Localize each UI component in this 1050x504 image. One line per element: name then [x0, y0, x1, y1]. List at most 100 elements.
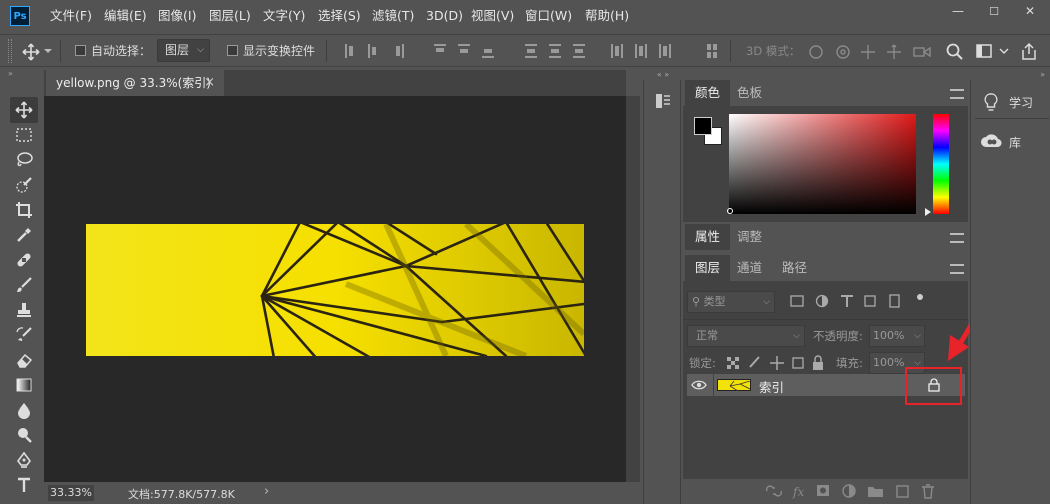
menu-image[interactable]: 图像(I) — [158, 0, 196, 32]
brush-tool[interactable] — [10, 272, 38, 298]
gradient-tool[interactable] — [10, 372, 38, 398]
minimize-button[interactable]: — — [940, 0, 976, 22]
layer-thumbnail-image — [729, 380, 751, 392]
healing-brush-tool[interactable] — [10, 247, 38, 273]
share-icon[interactable] — [1020, 42, 1038, 62]
quick-select-tool[interactable] — [10, 172, 38, 198]
distribute-hcenter-icon — [635, 44, 637, 58]
tools-panel: » — [4, 70, 44, 504]
close-button[interactable]: ✕ — [1012, 0, 1048, 22]
menu-view[interactable]: 视图(V) — [471, 0, 514, 32]
filter-toggle-icon — [917, 294, 923, 300]
tab-swatches[interactable]: 色板 — [727, 80, 772, 106]
tab-adjustments[interactable]: 调整 — [727, 224, 772, 250]
lock-options — [727, 355, 823, 370]
close-tab-icon[interactable]: × — [204, 70, 215, 96]
auto-select-target-value: 图层 — [165, 43, 190, 57]
panel-dock: 颜色 色板 属性 调整 图层 通道 路径 ⚲ 类型 ⌵ 正常 ⌵ 不透明度: 1… — [683, 80, 993, 504]
document-image[interactable] — [86, 224, 584, 356]
search-icon[interactable] — [946, 43, 964, 61]
marquee-tool[interactable] — [10, 122, 38, 148]
opacity-label: 不透明度: — [813, 329, 863, 343]
move-tool[interactable] — [10, 97, 38, 123]
color-field[interactable] — [729, 114, 916, 214]
collapse-toolbar-icon[interactable]: » — [8, 70, 42, 78]
pen-tool[interactable] — [10, 447, 38, 473]
menu-edit[interactable]: 编辑(E) — [104, 0, 147, 32]
stamp-tool[interactable] — [10, 297, 38, 323]
crop-tool[interactable] — [10, 197, 38, 223]
tool-preset-dropdown[interactable] — [44, 49, 52, 53]
menu-type[interactable]: 文字(Y) — [263, 0, 305, 32]
canvas-area[interactable] — [44, 96, 626, 482]
lasso-tool[interactable] — [10, 147, 38, 173]
layer-name[interactable]: 索引 — [759, 377, 784, 396]
layer-filter-kind-select[interactable]: ⚲ 类型 ⌵ — [687, 291, 775, 313]
move-tool-icon[interactable] — [22, 43, 40, 61]
document-tab[interactable]: yellow.png @ 33.3%(索引) × — [46, 70, 224, 96]
tab-color[interactable]: 颜色 — [685, 80, 731, 106]
filter-type-icon — [841, 295, 853, 307]
layer-thumbnail — [717, 379, 751, 392]
menu-layer[interactable]: 图层(L) — [209, 0, 251, 32]
opacity-input[interactable]: 100% ⌵ — [869, 325, 925, 347]
libraries-button[interactable]: 库 — [977, 128, 1047, 156]
eraser-tool[interactable] — [10, 347, 38, 373]
show-transform-checkbox[interactable] — [227, 45, 238, 56]
divider — [683, 319, 968, 320]
layer-filter-kind-value: 类型 — [703, 295, 726, 308]
tab-layers[interactable]: 图层 — [685, 255, 731, 281]
menu-filter[interactable]: 滤镜(T) — [372, 0, 414, 32]
dodge-tool[interactable] — [10, 422, 38, 448]
menu-3d[interactable]: 3D(D) — [426, 0, 463, 32]
3d-pan-icon — [861, 45, 875, 59]
history-brush-tool[interactable] — [10, 322, 38, 348]
expand-panels-icon[interactable]: « » — [644, 70, 682, 79]
color-panel-menu-icon[interactable] — [950, 89, 964, 99]
layers-panel: ⚲ 类型 ⌵ 正常 ⌵ 不透明度: 100% ⌵ 锁定: 填充: 100% ⌵ … — [683, 281, 993, 504]
tab-properties[interactable]: 属性 — [685, 224, 731, 250]
distribute-bottom-icon — [575, 49, 583, 53]
photoshop-logo: Ps — [10, 6, 30, 26]
distribute-left-icon — [611, 44, 613, 58]
hue-slider-handle[interactable] — [925, 208, 931, 216]
tab-paths[interactable]: 路径 — [772, 255, 817, 281]
auto-select-checkbox[interactable] — [75, 45, 86, 56]
learn-label: 学习 — [1009, 96, 1034, 110]
distribute-bottom-icon — [573, 44, 585, 46]
workspace-switcher-icon[interactable] — [976, 44, 1010, 60]
layer-style-icon: fx — [792, 485, 804, 499]
foreground-color-swatch[interactable] — [694, 117, 712, 135]
auto-select-target-select[interactable]: 图层 ⌵ — [157, 39, 210, 62]
blur-tool[interactable] — [10, 397, 38, 423]
fill-label: 填充: — [836, 356, 863, 370]
collapse-strip-icon[interactable]: » — [971, 70, 1050, 79]
grip-handle[interactable] — [8, 39, 12, 63]
auto-align-icon — [713, 52, 717, 58]
menu-select[interactable]: 选择(S) — [318, 0, 361, 32]
filter-smart-object-icon — [889, 294, 900, 308]
history-panel-icon[interactable] — [654, 92, 672, 110]
blend-mode-select[interactable]: 正常 ⌵ — [687, 325, 805, 347]
eye-visibility-icon[interactable] — [691, 378, 707, 392]
properties-panel-menu-icon[interactable] — [950, 233, 964, 243]
menu-window[interactable]: 窗口(W) — [525, 0, 572, 32]
tab-channels[interactable]: 通道 — [727, 255, 772, 281]
eyedropper-tool[interactable] — [10, 222, 38, 248]
learn-button[interactable]: 学习 — [977, 88, 1047, 116]
menu-help[interactable]: 帮助(H) — [585, 0, 629, 32]
divider — [713, 374, 714, 396]
3d-scale-icon — [913, 47, 925, 57]
zoom-field[interactable]: 33.33% — [48, 485, 94, 501]
rectangle-marquee-icon — [16, 128, 32, 142]
maximize-button[interactable]: ☐ — [976, 0, 1012, 22]
blend-mode-value: 正常 — [696, 329, 718, 342]
type-tool[interactable] — [10, 472, 38, 496]
layers-panel-menu-icon[interactable] — [950, 264, 964, 274]
hue-slider[interactable] — [933, 114, 949, 214]
menu-file[interactable]: 文件(F) — [50, 0, 92, 32]
vertical-scrollbar[interactable] — [626, 96, 640, 482]
status-menu-arrow[interactable]: › — [264, 484, 269, 499]
color-panel-tabs: 颜色 色板 — [683, 80, 968, 106]
chevron-down-icon: ⌵ — [763, 297, 770, 307]
